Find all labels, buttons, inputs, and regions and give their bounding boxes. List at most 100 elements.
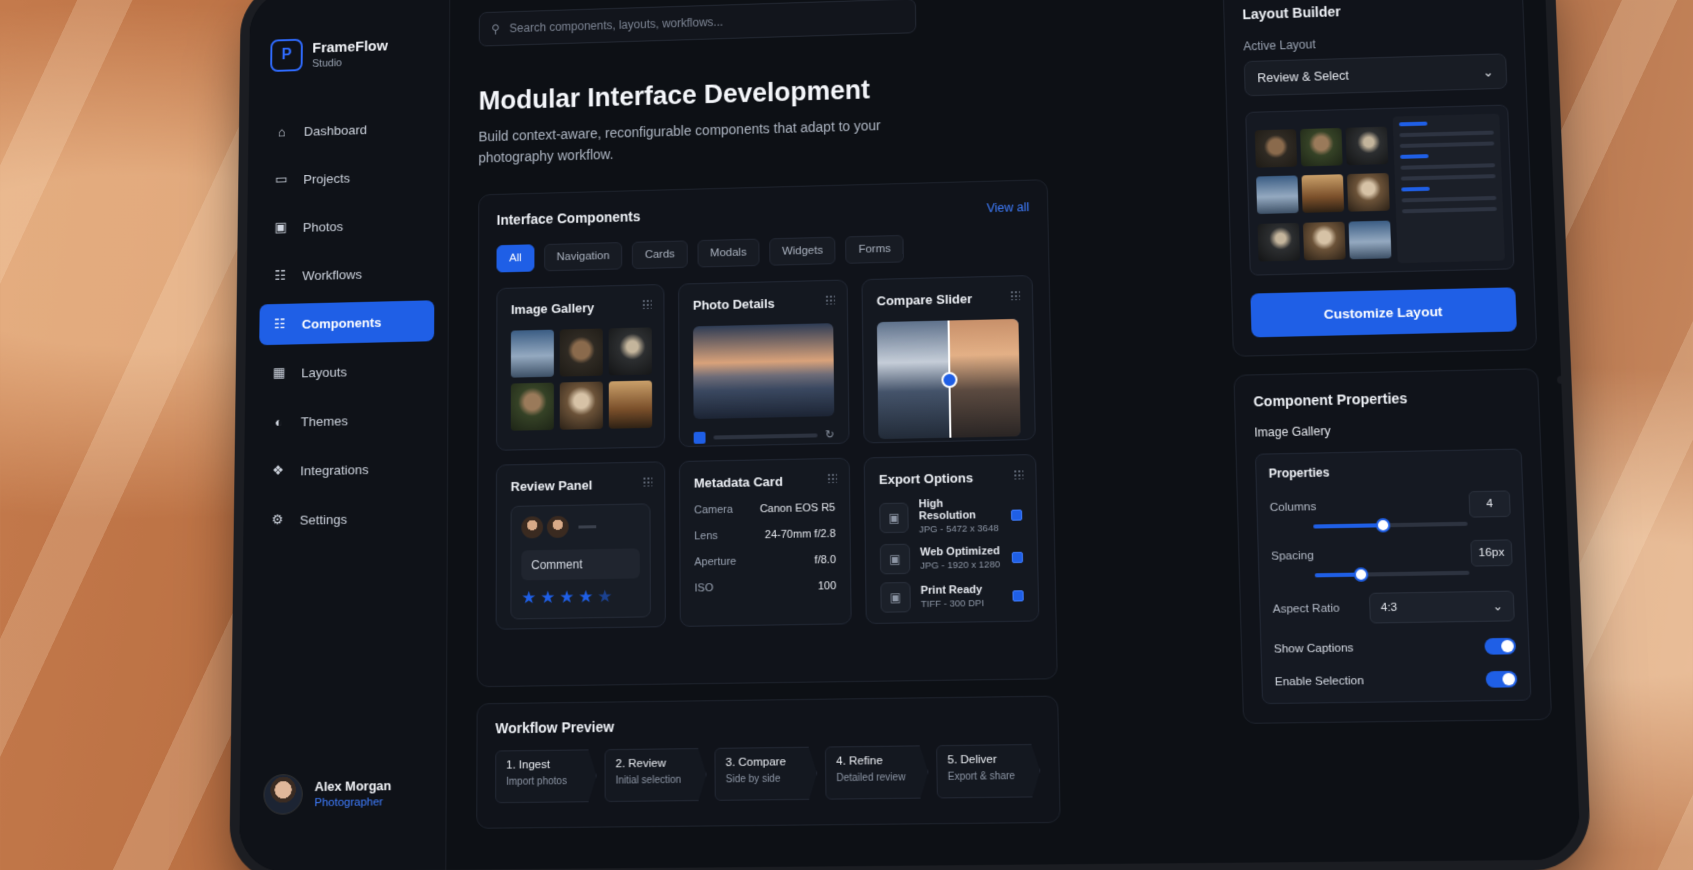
- home-icon: ⌂: [273, 123, 290, 141]
- tablet-device: P FrameFlow Studio ⌂ Dashboard ▭ Projects ▣ P…: [239, 0, 1581, 870]
- workflow-step[interactable]: 2. Review Initial selection: [605, 748, 707, 802]
- export-option[interactable]: ▣ Print Ready TIFF - 300 DPI: [880, 580, 1024, 613]
- filter-chips: All Navigation Cards Modals Widgets Forms: [496, 232, 1030, 273]
- thumbnail[interactable]: [560, 329, 603, 377]
- columns-value[interactable]: 4: [1468, 490, 1510, 517]
- card-title: Compare Slider: [877, 290, 1019, 308]
- thumbnail[interactable]: [609, 380, 652, 428]
- workflow-step[interactable]: 5. Deliver Export & share: [936, 744, 1041, 799]
- export-option[interactable]: ▣ High Resolution JPG - 5472 x 3648: [879, 496, 1022, 536]
- filter-chip-forms[interactable]: Forms: [846, 235, 904, 264]
- show-captions-toggle[interactable]: [1484, 638, 1516, 655]
- view-all-link[interactable]: View all: [986, 200, 1029, 215]
- customize-layout-button[interactable]: Customize Layout: [1250, 287, 1517, 337]
- drag-handle-icon[interactable]: [825, 295, 835, 305]
- card-title: Review Panel: [511, 476, 651, 494]
- active-layout-select[interactable]: Review & Select ⌄: [1244, 53, 1508, 96]
- star-icon[interactable]: ★: [540, 588, 555, 608]
- step-subtitle: Detailed review: [836, 772, 917, 784]
- sidebar-item-themes[interactable]: ◐ Themes: [258, 398, 434, 443]
- drag-handle-icon[interactable]: [1013, 469, 1023, 479]
- main-content: ⚲ Search components, layouts, workflows.…: [446, 0, 1247, 870]
- export-checkbox[interactable]: [1012, 590, 1023, 601]
- export-checkbox[interactable]: [1011, 509, 1022, 520]
- sidebar-item-settings[interactable]: ⚙ Settings: [257, 496, 434, 541]
- thumbnail[interactable]: [560, 382, 603, 430]
- card-compare-slider[interactable]: Compare Slider: [861, 275, 1035, 443]
- export-spec: JPG - 1920 x 1280: [920, 559, 1000, 571]
- star-icon[interactable]: ★: [578, 587, 593, 607]
- card-metadata[interactable]: Metadata Card Camera Canon EOS R5 Lens 24-7…: [679, 458, 852, 627]
- slider-fill: [1313, 523, 1382, 528]
- search-input[interactable]: ⚲ Search components, layouts, workflows.…: [479, 0, 917, 47]
- sidebar-item-label: Layouts: [301, 364, 347, 380]
- export-list: ▣ High Resolution JPG - 5472 x 3648 ▣ Web Op…: [879, 496, 1024, 612]
- puzzle-icon: ❖: [269, 462, 287, 480]
- card-image-gallery[interactable]: Image Gallery: [496, 284, 665, 451]
- card-review-panel[interactable]: Review Panel Comment ★ ★ ★ ★ ★: [496, 461, 666, 629]
- properties-heading: Properties: [1269, 462, 1510, 481]
- thumbnail[interactable]: [511, 330, 554, 378]
- filter-chip-all[interactable]: All: [496, 244, 534, 272]
- sidebar-item-workflows[interactable]: ☷ Workflows: [260, 252, 435, 297]
- sidebar-item-components[interactable]: ☷ Components: [259, 300, 434, 345]
- workflow-preview: Workflow Preview 1. Ingest Import photos 2…: [476, 696, 1060, 829]
- chevron-down-icon: ⌄: [1483, 64, 1494, 79]
- workflow-step[interactable]: 4. Refine Detailed review: [825, 745, 929, 799]
- preview-line: [1399, 131, 1494, 138]
- thumbnail[interactable]: [609, 327, 652, 375]
- columns-slider[interactable]: [1313, 522, 1467, 529]
- comment-field[interactable]: Comment: [521, 548, 640, 580]
- workflow-step[interactable]: 1. Ingest Import photos: [495, 749, 596, 803]
- sidebar-item-projects[interactable]: ▭ Projects: [261, 155, 435, 200]
- export-option[interactable]: ▣ Web Optimized JPG - 1920 x 1280: [880, 542, 1023, 575]
- card-title: Export Options: [879, 469, 1022, 487]
- palette-icon: ◐: [270, 413, 288, 431]
- drag-handle-icon[interactable]: [827, 473, 837, 483]
- metadata-value: 100: [818, 580, 837, 592]
- drag-handle-icon[interactable]: [1010, 290, 1020, 300]
- search-placeholder: Search components, layouts, workflows...: [509, 15, 723, 35]
- sidebar-item-label: Integrations: [300, 462, 369, 478]
- filter-chip-modals[interactable]: Modals: [697, 239, 759, 268]
- star-rating[interactable]: ★ ★ ★ ★ ★: [521, 586, 640, 608]
- drag-handle-icon[interactable]: [642, 476, 652, 486]
- enable-selection-toggle[interactable]: [1486, 671, 1518, 688]
- spacing-value[interactable]: 16px: [1470, 539, 1512, 566]
- filter-chip-cards[interactable]: Cards: [632, 240, 688, 269]
- filter-chip-navigation[interactable]: Navigation: [544, 242, 622, 271]
- preview-line: [1399, 141, 1494, 148]
- select-value: 4:3: [1381, 602, 1398, 615]
- workflow-step[interactable]: 3. Compare Side by side: [714, 747, 817, 801]
- preview-sidebar: [1392, 114, 1505, 264]
- sidebar-item-label: Dashboard: [304, 122, 367, 138]
- avatar: [547, 516, 569, 538]
- spacing-slider[interactable]: [1315, 571, 1470, 578]
- card-export-options[interactable]: Export Options ▣ High Resolution JPG - 547…: [864, 454, 1040, 624]
- field-label: Active Layout: [1243, 32, 1506, 54]
- sidebar-item-layouts[interactable]: ▦ Layouts: [259, 349, 434, 394]
- sidebar-item-photos[interactable]: ▣ Photos: [260, 203, 434, 248]
- select-value: Review & Select: [1257, 69, 1349, 85]
- slider-thumb[interactable]: [1375, 518, 1390, 532]
- page-title: Modular Interface Development: [479, 65, 1198, 116]
- drag-handle-icon[interactable]: [642, 299, 652, 309]
- step-subtitle: Export & share: [948, 771, 1030, 783]
- refresh-icon[interactable]: ↻: [825, 428, 834, 441]
- card-photo-details[interactable]: Photo Details ↻: [678, 280, 849, 448]
- star-icon[interactable]: ★: [521, 588, 536, 608]
- filter-chip-widgets[interactable]: Widgets: [769, 237, 836, 266]
- aspect-ratio-select[interactable]: 4:3 ⌄: [1369, 591, 1515, 624]
- star-half-icon[interactable]: ★: [597, 587, 612, 607]
- user-profile[interactable]: Alex Morgan Photographer: [263, 773, 391, 815]
- star-icon[interactable]: ★: [559, 587, 574, 607]
- slider-thumb[interactable]: [1354, 567, 1369, 582]
- photo-preview: [693, 323, 834, 419]
- export-checkbox[interactable]: [1012, 551, 1023, 562]
- preview-line: [1400, 163, 1495, 170]
- camera-dot: [1557, 376, 1566, 384]
- thumbnail[interactable]: [511, 383, 554, 431]
- sidebar-item-integrations[interactable]: ❖ Integrations: [257, 447, 433, 492]
- app-screen: P FrameFlow Studio ⌂ Dashboard ▭ Projects ▣ P…: [239, 0, 1581, 870]
- sidebar-item-dashboard[interactable]: ⌂ Dashboard: [262, 107, 436, 152]
